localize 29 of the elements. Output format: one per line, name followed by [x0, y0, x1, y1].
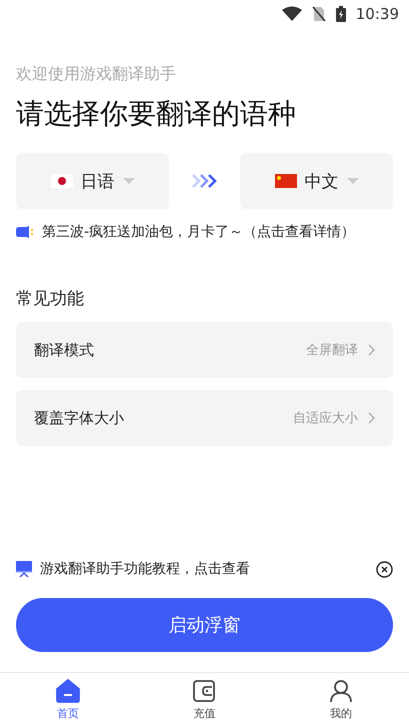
nav-tab[interactable]: 首页: [0, 673, 136, 727]
caret-icon: [122, 178, 134, 184]
close-icon[interactable]: [376, 560, 393, 578]
home-icon: [56, 679, 80, 703]
chevron-icon: [368, 344, 375, 356]
language-selector[interactable]: 日语: [16, 153, 169, 209]
chevron-icon: [368, 412, 375, 424]
battery-icon: [336, 6, 346, 22]
megaphone-icon: [16, 226, 34, 238]
status-time: 10:39: [356, 5, 399, 23]
nav-tab[interactable]: 充值: [136, 673, 273, 727]
nav-tab[interactable]: 我的: [272, 673, 409, 727]
page-title: 请选择你要翻译的语种: [16, 96, 297, 132]
person-icon: [328, 679, 353, 703]
start-button[interactable]: 启动浮窗: [16, 598, 393, 652]
caret-icon: [346, 178, 358, 184]
welcome-text: 欢迎使用游戏翻译助手: [16, 64, 177, 85]
language-selector[interactable]: 中文: [240, 153, 393, 209]
flag-icon: [50, 174, 72, 188]
settings-row[interactable]: 翻译模式 全屏翻译: [16, 322, 393, 378]
wallet-icon: [192, 679, 216, 703]
flag-icon: [274, 174, 296, 188]
announcement-text[interactable]: 第三波-疯狂送加油包，月卡了～（点击查看详情）: [42, 223, 356, 241]
section-heading: 常见功能: [16, 288, 85, 310]
no-sim-icon: [312, 6, 326, 22]
settings-row[interactable]: 覆盖字体大小 自适应大小: [16, 390, 393, 446]
wifi-icon: [282, 6, 302, 22]
monitor-icon: [16, 561, 32, 577]
tutorial-link[interactable]: 游戏翻译助手功能教程，点击查看: [40, 560, 368, 578]
